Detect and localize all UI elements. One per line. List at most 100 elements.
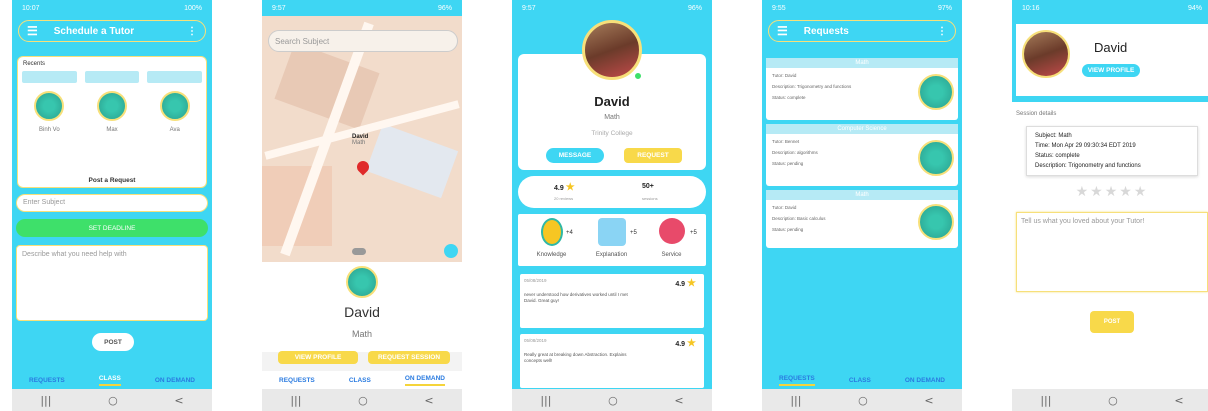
session-details-card: Subject: Math Time: Mon Apr 29 09:30:34 … [1026, 126, 1198, 176]
session-description: Description: Trigonometry and functions [1035, 163, 1141, 169]
request-header: Computer Science [766, 124, 958, 134]
avatar [34, 91, 65, 121]
recent-apps-icon[interactable]: ||| [1040, 394, 1051, 407]
avatar [97, 91, 127, 121]
back-icon[interactable]: < [1174, 394, 1183, 407]
review-card: 05/08/2019 4.9 ★ never understood how de… [520, 274, 704, 328]
profile-school: Trinity College [591, 130, 633, 137]
request-session-button[interactable]: REQUEST SESSION [368, 351, 450, 364]
review-date: 05/08/2019 [524, 338, 547, 343]
request-card[interactable]: Math Tutor: David Description: Trigonome… [766, 58, 958, 120]
badges-card: +4 Knowledge +5 Explanation +5 Service [518, 214, 706, 266]
review-date: 05/08/2019 [524, 278, 547, 283]
page-title: Schedule a Tutor [53, 25, 135, 37]
search-subject-input[interactable]: Search Subject [268, 30, 458, 52]
overflow-menu-icon[interactable]: ⋮ [937, 26, 947, 37]
review-text: Really great at breaking down Abstractio… [524, 352, 627, 363]
status-battery: 100% [184, 4, 202, 12]
recent-tutor[interactable]: Binh Vo [22, 71, 77, 133]
tab-class[interactable]: CLASS [98, 375, 121, 386]
view-profile-button[interactable]: VIEW PROFILE [278, 351, 358, 364]
profile-photo [582, 20, 642, 80]
recent-apps-icon[interactable]: ||| [290, 394, 301, 407]
tab-requests[interactable]: REQUESTS [779, 375, 815, 386]
pin-subject: Math [352, 140, 366, 146]
system-nav-bar: ||| ○ < [512, 389, 712, 411]
back-icon[interactable]: < [924, 394, 933, 407]
post-request-heading: Post a Request [88, 177, 136, 184]
status-battery: 96% [687, 4, 702, 12]
status-bar: 9:57 96% [262, 0, 462, 16]
request-header: Math [766, 58, 958, 68]
back-icon[interactable]: < [674, 394, 683, 407]
post-button[interactable]: POST [1090, 311, 1134, 333]
tab-on-demand[interactable]: ON DEMAND [905, 377, 945, 384]
star-icon: ★ [565, 182, 575, 193]
recent-name: Max [106, 127, 118, 133]
review-score: 4.9 [675, 341, 686, 348]
tab-class[interactable]: CLASS [349, 377, 371, 384]
session-status: Status: complete [1035, 153, 1080, 159]
tutor-name: David [1094, 40, 1128, 55]
hamburger-menu-icon[interactable]: ☰ [777, 24, 788, 38]
request-button[interactable]: REQUEST [624, 148, 682, 163]
system-nav-bar: ||| ○ < [1012, 389, 1208, 411]
tab-class[interactable]: CLASS [849, 377, 871, 384]
back-icon[interactable]: < [424, 394, 433, 407]
recent-apps-icon[interactable]: ||| [790, 394, 801, 407]
recent-tutor[interactable]: Ava [147, 71, 203, 133]
page-title: Requests [803, 25, 849, 37]
app-bar: ☰ Schedule a Tutor ⋮ [18, 20, 206, 42]
set-deadline-button[interactable]: SET DEADLINE [16, 219, 208, 237]
session-details-label: Session details [1016, 111, 1057, 117]
post-button[interactable]: POST [92, 333, 134, 351]
recent-tutor[interactable]: Max [84, 71, 140, 133]
sessions-subtext: sessions [642, 196, 658, 201]
map-pin-label: David Math [352, 134, 368, 146]
location-button-icon[interactable] [444, 244, 458, 258]
home-icon[interactable]: ○ [358, 394, 368, 407]
bottom-tabs: REQUESTS CLASS ON DEMAND [762, 371, 962, 389]
app-bar: ☰ Requests ⋮ [768, 20, 956, 42]
subject-input[interactable]: Enter Subject [16, 194, 208, 212]
avatar [918, 204, 954, 240]
map-view[interactable]: Search Subject David Math [262, 16, 462, 262]
recents-label: Recents [23, 61, 46, 67]
system-nav-bar: ||| ○ < [12, 389, 212, 411]
hamburger-menu-icon[interactable]: ☰ [27, 24, 38, 38]
view-profile-button[interactable]: VIEW PROFILE [1082, 64, 1140, 77]
avatar [918, 74, 954, 110]
tab-on-demand[interactable]: ON DEMAND [404, 375, 445, 386]
status-battery: 96% [437, 4, 452, 12]
profile-photo [1022, 30, 1070, 78]
screen-map: 9:57 96% Search Subject David Math David… [262, 0, 462, 411]
description-textarea[interactable]: Describe what you need help with [16, 245, 208, 321]
home-icon[interactable]: ○ [608, 394, 618, 407]
tutor-preview-card: David Math [262, 262, 462, 352]
tab-requests[interactable]: REQUESTS [279, 377, 315, 384]
home-icon[interactable]: ○ [108, 394, 118, 407]
back-icon[interactable]: < [174, 394, 183, 407]
home-icon[interactable]: ○ [858, 394, 868, 407]
screen-tutor-profile: 9:57 96% David Math Trinity College MESS… [512, 0, 712, 411]
home-icon[interactable]: ○ [1108, 394, 1118, 407]
feedback-textarea[interactable]: Tell us what you loved about your Tutor! [1016, 212, 1208, 292]
overflow-menu-icon[interactable]: ⋮ [187, 26, 197, 37]
profile-subject: Math [604, 114, 620, 121]
status-battery: 97% [937, 4, 952, 12]
recent-apps-icon[interactable]: ||| [40, 394, 51, 407]
tab-requests[interactable]: REQUESTS [29, 377, 65, 384]
recent-apps-icon[interactable]: ||| [540, 394, 551, 407]
message-button[interactable]: MESSAGE [546, 148, 604, 163]
screen-session-review: 10:16 94% David VIEW PROFILE Session det… [1012, 0, 1208, 411]
sessions-value: 50+ [642, 183, 654, 190]
star-icon: ★ [687, 338, 696, 349]
rating-subtext: 20 reviews [554, 196, 574, 201]
star-rating-icon[interactable]: ★★★★★ [1012, 183, 1208, 200]
knowledge-icon [540, 218, 563, 246]
request-card[interactable]: Computer Science Tutor: Bennet Descripti… [766, 124, 958, 186]
map-toggle-icon[interactable] [352, 248, 366, 255]
request-card[interactable]: Math Tutor: David Description: Basic cal… [766, 190, 958, 248]
tab-on-demand[interactable]: ON DEMAND [155, 377, 195, 384]
status-bar: 10:07 100% [12, 0, 212, 16]
